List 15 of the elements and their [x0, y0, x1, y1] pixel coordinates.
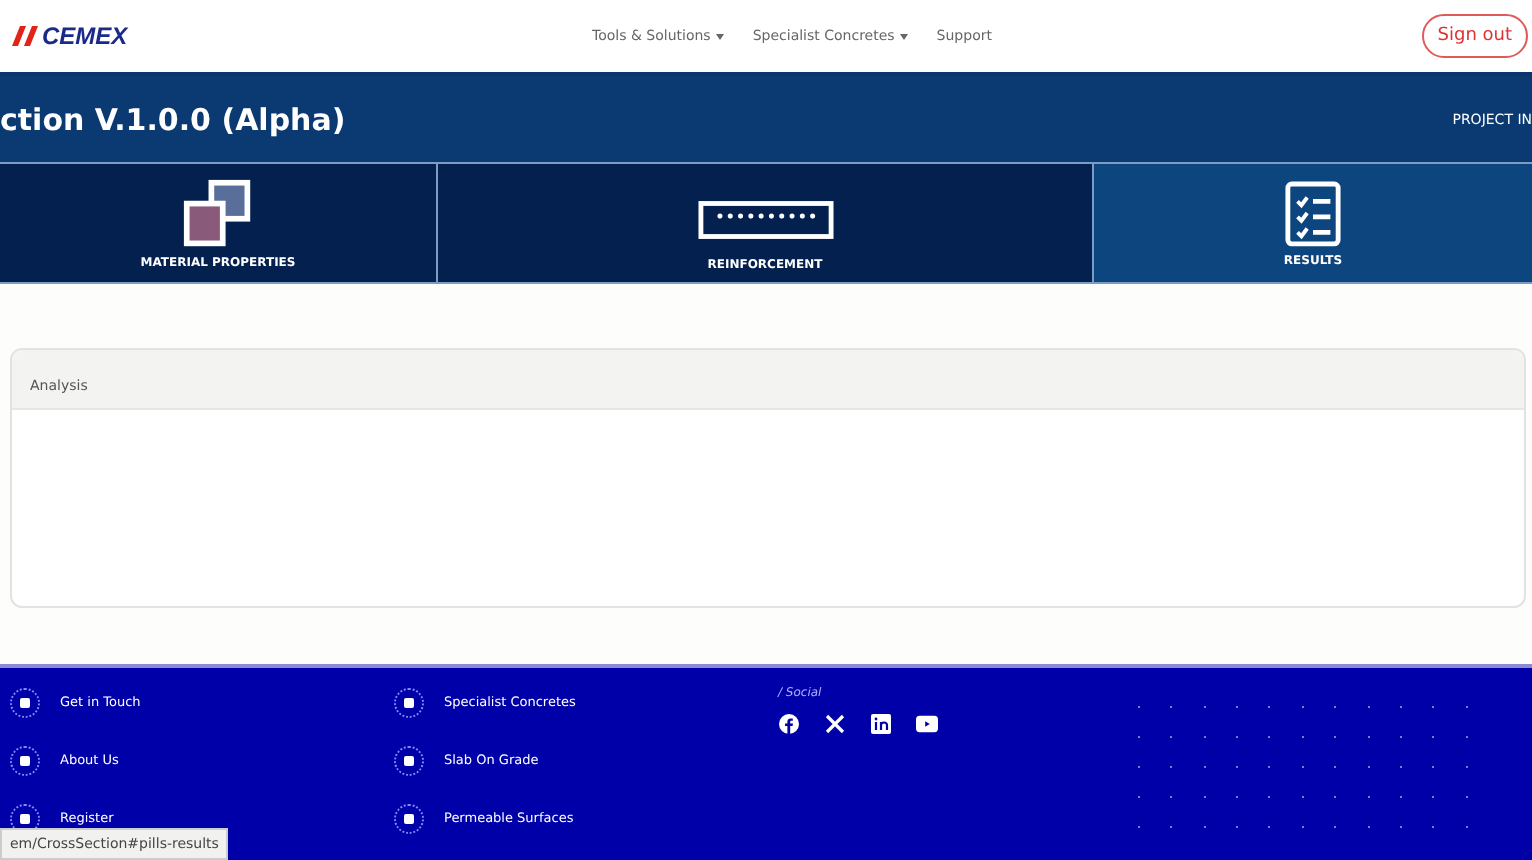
cemex-logo[interactable]: CEMEX	[12, 22, 592, 50]
circle-icon	[394, 687, 424, 717]
page-title: ction V.1.0.0 (Alpha)	[0, 101, 346, 137]
linkedin-icon[interactable]	[870, 714, 892, 734]
circle-icon	[394, 745, 424, 775]
sign-out-button[interactable]: Sign out	[1421, 14, 1528, 58]
circle-icon	[394, 803, 424, 833]
material-samples-icon	[180, 177, 256, 249]
rebar-section-icon	[697, 199, 833, 239]
x-icon[interactable]	[824, 714, 846, 734]
youtube-icon[interactable]	[916, 714, 938, 734]
checklist-icon	[1284, 178, 1342, 248]
facebook-icon[interactable]	[778, 714, 800, 734]
circle-icon	[10, 687, 40, 717]
circle-icon	[10, 745, 40, 775]
